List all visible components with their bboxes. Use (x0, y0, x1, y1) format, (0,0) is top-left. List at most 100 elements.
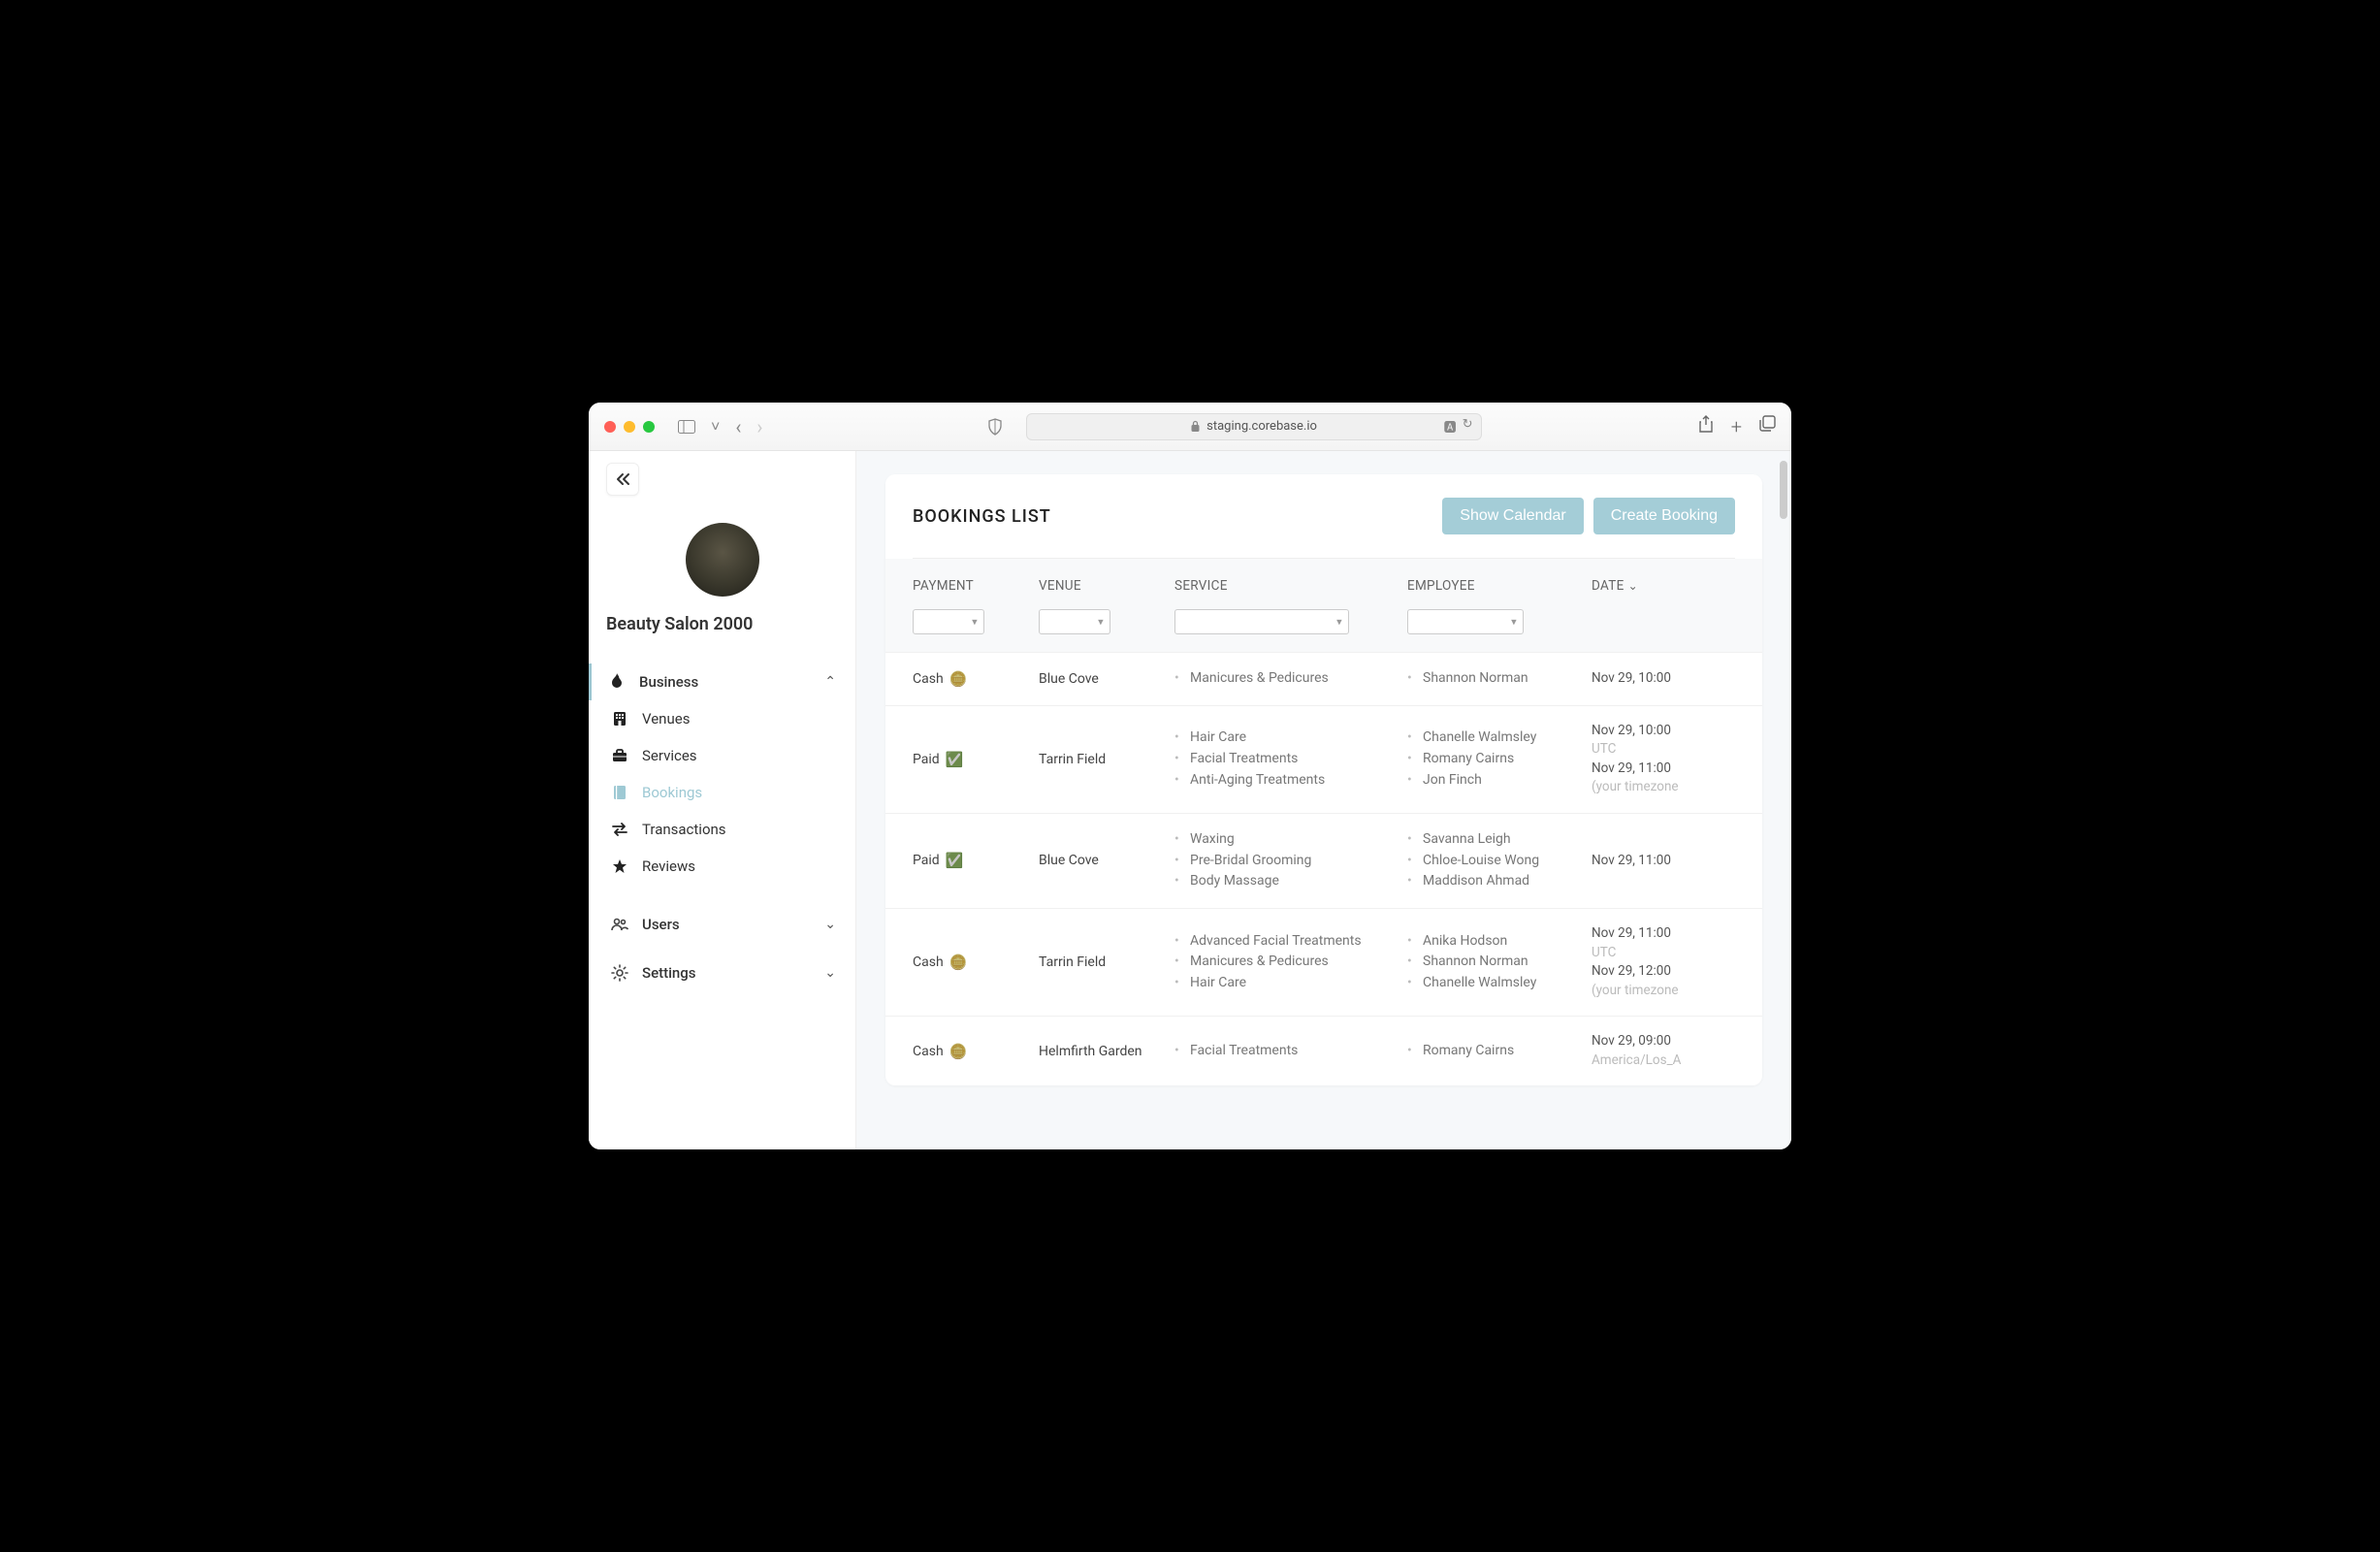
nav-section-business[interactable]: Business ⌃ (589, 663, 855, 700)
tabs-icon[interactable] (1759, 415, 1776, 438)
table-row[interactable]: Paid✅Blue CoveWaxingPre-Bridal GroomingB… (885, 813, 1762, 908)
show-calendar-button[interactable]: Show Calendar (1442, 498, 1583, 534)
payment-cell: Paid ✅ (913, 751, 1039, 768)
chevron-up-icon: ⌃ (824, 674, 836, 690)
check-icon: ✅ (946, 751, 964, 768)
list-item: Waxing (1174, 829, 1407, 851)
nav-item-transactions[interactable]: Transactions (592, 811, 855, 848)
list-item: Anika Hodson (1407, 931, 1592, 953)
table-row[interactable]: Cash 🪙 Tarrin FieldAdvanced Facial Treatme… (885, 908, 1762, 1016)
page-title: BOOKINGS LIST (913, 506, 1051, 527)
sidebar: Beauty Salon 2000 Business ⌃ Venues (589, 451, 856, 1149)
main-content: BOOKINGS LIST Show Calendar Create Booki… (856, 451, 1791, 1149)
forward-button[interactable]: › (753, 413, 766, 440)
nav-label: Business (639, 673, 698, 691)
list-item: Facial Treatments (1174, 749, 1407, 770)
employees-cell: Savanna LeighChloe-Louise WongMaddison A… (1407, 829, 1592, 892)
venue-cell: Tarrin Field (1039, 752, 1174, 767)
building-icon (611, 711, 628, 727)
employees-cell: Chanelle WalmsleyRomany CairnsJon Finch (1407, 728, 1592, 791)
date-cell: Nov 29, 09:00 America/Los_A (1592, 1032, 1698, 1070)
date-cell: Nov 29, 11:00 (1592, 852, 1698, 871)
minimize-window[interactable] (624, 421, 635, 433)
list-item: Manicures & Pedicures (1174, 952, 1407, 973)
scrollbar-thumb[interactable] (1780, 461, 1787, 519)
list-item: Maddison Ahmad (1407, 871, 1592, 892)
list-item: Hair Care (1174, 728, 1407, 749)
nav-section-users[interactable]: Users ⌄ (592, 894, 855, 943)
shield-icon[interactable] (983, 416, 1007, 437)
nav-item-reviews[interactable]: Reviews (592, 848, 855, 885)
table-body: Cash🪙Blue CoveManicures & PedicuresShann… (885, 652, 1762, 1085)
list-item: Anti-Aging Treatments (1174, 770, 1407, 792)
payment-status: Paid (913, 752, 940, 767)
nav-item-services[interactable]: Services (592, 737, 855, 774)
employees-cell: Romany Cairns (1407, 1041, 1592, 1062)
cash-icon: 🪙 (949, 954, 968, 971)
col-date[interactable]: DATE ⌄ (1592, 578, 1698, 594)
table-row[interactable]: Paid ✅ Tarrin FieldHair CareFacial Treatme… (885, 705, 1762, 813)
chevron-down-icon[interactable]: ˅ (707, 415, 724, 438)
check-icon: ✅ (946, 852, 964, 869)
nav-section-settings[interactable]: Settings ⌄ (592, 943, 855, 991)
services-cell: Hair CareFacial TreatmentsAnti-Aging Tre… (1174, 728, 1407, 791)
gear-icon (611, 964, 628, 982)
chevron-down-icon: ⌄ (824, 965, 836, 981)
nav-item-venues[interactable]: Venues (592, 700, 855, 737)
share-icon[interactable] (1698, 415, 1714, 438)
table-row[interactable]: Cash🪙Blue CoveManicures & PedicuresShann… (885, 652, 1762, 705)
venue-cell: Tarrin Field (1039, 954, 1174, 970)
nav-label: Services (642, 747, 697, 764)
close-window[interactable] (604, 421, 616, 433)
sidebar-toggle-icon[interactable] (674, 418, 699, 436)
bookings-card: BOOKINGS LIST Show Calendar Create Booki… (885, 474, 1762, 1085)
reload-icon[interactable]: ↻ (1463, 417, 1473, 436)
list-item: Advanced Facial Treatments (1174, 931, 1407, 953)
employees-cell: Shannon Norman (1407, 668, 1592, 690)
date-line: Nov 29, 11:00 (1592, 924, 1698, 944)
date-cell: Nov 29, 10:00 (1592, 669, 1698, 689)
back-button[interactable]: ‹ (731, 413, 745, 440)
employees-cell: Anika HodsonShannon NormanChanelle Walms… (1407, 931, 1592, 994)
nav-item-bookings[interactable]: Bookings (592, 774, 855, 811)
new-tab-icon[interactable]: + (1731, 415, 1742, 438)
lock-icon (1190, 420, 1201, 433)
filter-employee[interactable] (1407, 609, 1524, 634)
table-header: PAYMENT VENUE SERVICE EMPLOYEE (885, 559, 1762, 652)
url-bar[interactable]: staging.corebase.io 🅰︎ ↻ (1026, 413, 1482, 440)
org-name: Beauty Salon 2000 (589, 614, 855, 663)
chevron-down-icon: ⌄ (1628, 579, 1638, 593)
services-cell: Facial Treatments (1174, 1041, 1407, 1062)
list-item: Shannon Norman (1407, 668, 1592, 690)
payment-status: Cash (913, 1044, 944, 1059)
book-icon (611, 785, 628, 800)
chevron-down-icon: ⌄ (824, 917, 836, 932)
date-line: Nov 29, 11:00 (1592, 760, 1698, 779)
date-cell: Nov 29, 11:00 UTCNov 29, 12:00 (your tim… (1592, 924, 1698, 1000)
filter-venue[interactable] (1039, 609, 1110, 634)
payment-cell: Cash🪙 (913, 670, 1039, 688)
filter-service[interactable] (1174, 609, 1349, 634)
browser-chrome: ˅ ‹ › staging.corebase.io 🅰︎ ↻ + (589, 403, 1791, 451)
nav-label: Reviews (642, 857, 695, 875)
col-employee: EMPLOYEE (1407, 578, 1592, 594)
collapse-sidebar-button[interactable] (606, 463, 639, 496)
list-item: Hair Care (1174, 973, 1407, 994)
avatar[interactable] (686, 523, 759, 597)
date-line: Nov 29, 10:00 (1592, 669, 1698, 689)
services-cell: WaxingPre-Bridal GroomingBody Massage (1174, 829, 1407, 892)
list-item: Romany Cairns (1407, 749, 1592, 770)
nav-label: Venues (642, 710, 690, 728)
list-item: Manicures & Pedicures (1174, 668, 1407, 690)
table-row[interactable]: Cash🪙Helmfirth GardenFacial TreatmentsRo… (885, 1016, 1762, 1085)
payment-status: Cash (913, 954, 944, 970)
translate-icon[interactable]: 🅰︎ (1444, 417, 1457, 436)
maximize-window[interactable] (643, 421, 655, 433)
nav-label: Transactions (642, 821, 726, 838)
create-booking-button[interactable]: Create Booking (1593, 498, 1735, 534)
date-muted: UTC (1592, 944, 1698, 963)
payment-cell: Cash🪙 (913, 1043, 1039, 1060)
list-item: Jon Finch (1407, 770, 1592, 792)
url-text: staging.corebase.io (1206, 419, 1317, 434)
filter-payment[interactable] (913, 609, 984, 634)
